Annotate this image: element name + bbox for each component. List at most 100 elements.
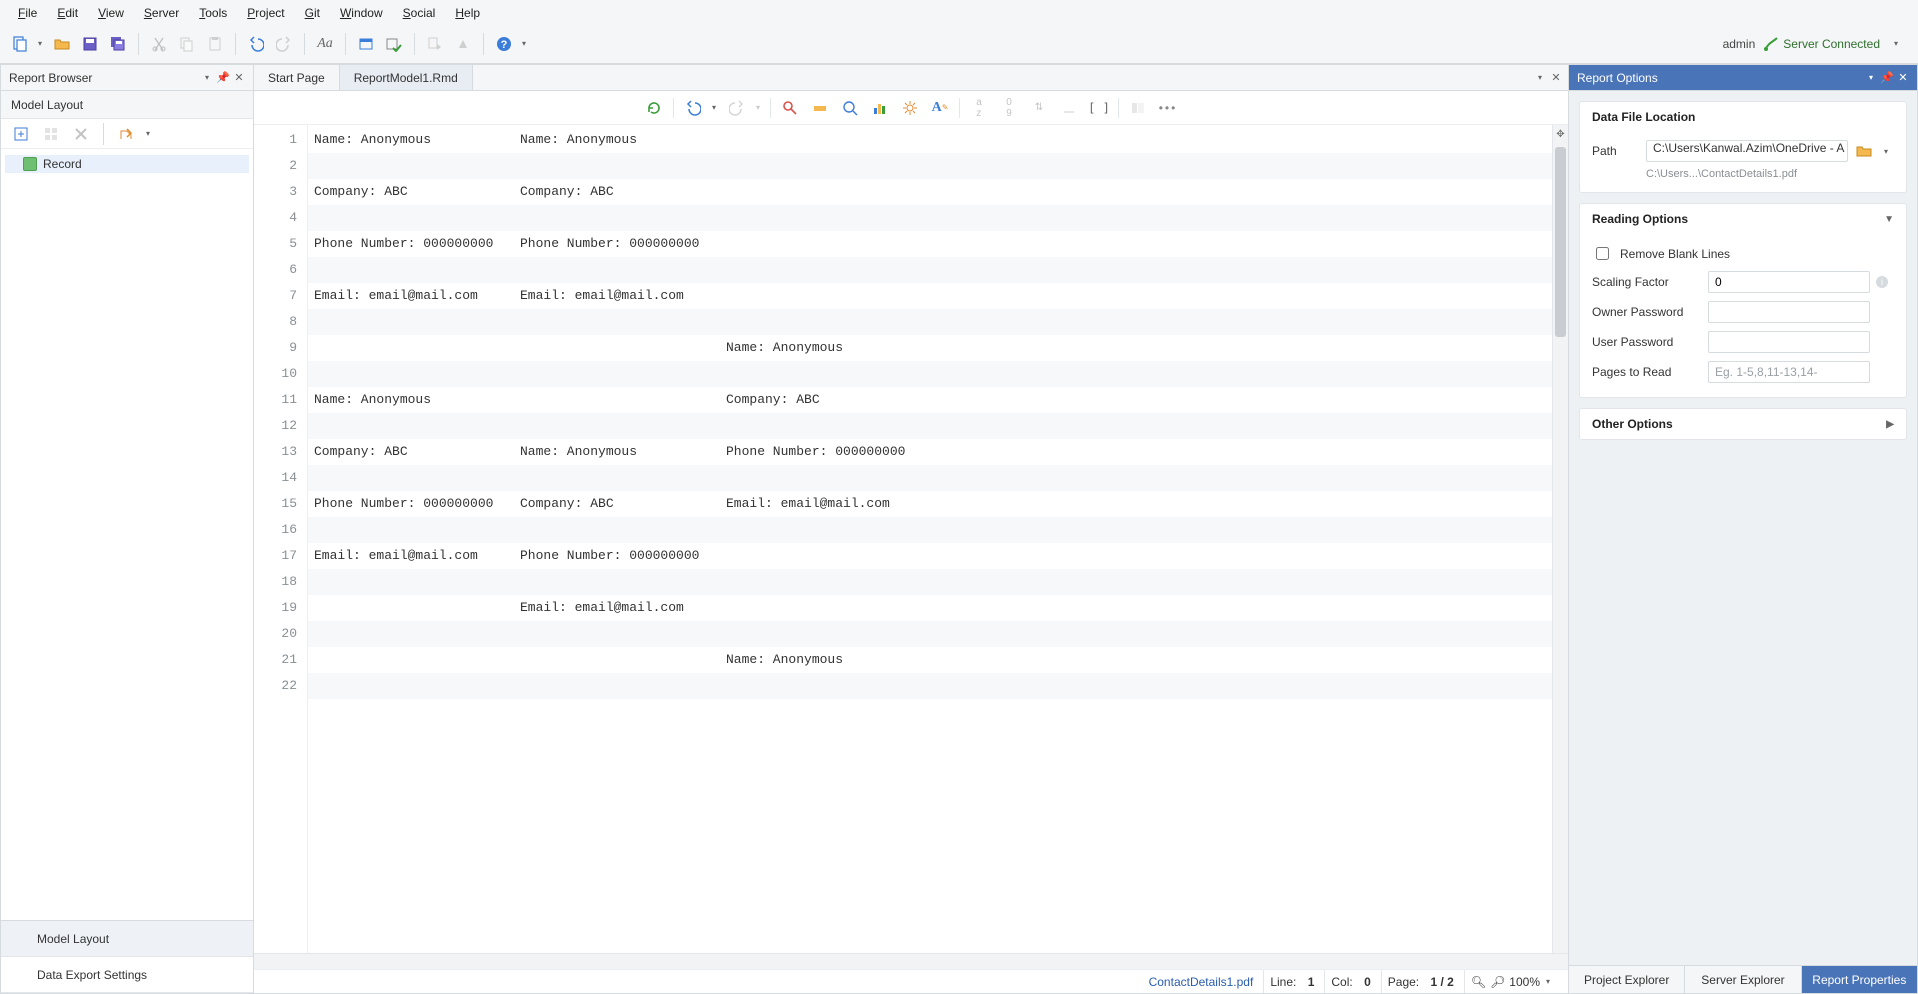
highlight-button[interactable] — [807, 95, 833, 121]
redo-button[interactable] — [724, 95, 750, 121]
code-line[interactable] — [308, 621, 1552, 647]
tab-start-page[interactable]: Start Page — [254, 65, 340, 90]
toggle-button[interactable]: ⇅ — [1026, 95, 1052, 121]
menu-tools[interactable]: Tools — [189, 4, 237, 22]
save-all-button[interactable] — [106, 32, 130, 56]
remove-blank-checkbox[interactable] — [1596, 247, 1609, 260]
font-button[interactable]: Aa — [313, 32, 337, 56]
code-line[interactable]: Name: Anonymous — [308, 647, 1552, 673]
menu-project[interactable]: Project — [237, 4, 294, 22]
find-button[interactable] — [777, 95, 803, 121]
more-button[interactable]: ••• — [1155, 95, 1181, 121]
chevron-down-icon[interactable]: ▾ — [756, 103, 764, 112]
horizontal-scrollbar[interactable] — [254, 953, 1568, 969]
run-button[interactable] — [423, 32, 447, 56]
menu-server[interactable]: Server — [134, 4, 189, 22]
tab-report-properties[interactable]: Report Properties — [1801, 966, 1917, 993]
code-line[interactable] — [308, 517, 1552, 543]
code-line[interactable]: Name: AnonymousCompany: ABC — [308, 387, 1552, 413]
zoom-button[interactable] — [837, 95, 863, 121]
chevron-down-icon[interactable]: ▾ — [1894, 39, 1902, 48]
menu-window[interactable]: Window — [330, 4, 393, 22]
code-line[interactable]: Company: ABCName: AnonymousPhone Number:… — [308, 439, 1552, 465]
expand-icon[interactable]: ▶ — [1886, 419, 1894, 430]
chevron-down-icon[interactable]: ▾ — [1546, 977, 1554, 986]
close-icon[interactable]: ✕ — [1550, 72, 1562, 84]
cut-button[interactable] — [147, 32, 171, 56]
status-file[interactable]: ContactDetails1.pdf — [1149, 975, 1254, 989]
blank-button[interactable] — [1056, 95, 1082, 121]
pin-icon[interactable]: 📌 — [1881, 72, 1893, 84]
scroll-thumb[interactable] — [1555, 147, 1566, 337]
sort-num-button[interactable]: 09 — [996, 95, 1022, 121]
undo-button[interactable] — [680, 95, 706, 121]
code-line[interactable]: Company: ABCCompany: ABC — [308, 179, 1552, 205]
close-icon[interactable]: ✕ — [1897, 72, 1909, 84]
close-icon[interactable]: ✕ — [233, 72, 245, 84]
scaling-input[interactable] — [1708, 271, 1870, 293]
chevron-down-icon[interactable]: ▾ — [1884, 147, 1892, 156]
chevron-down-icon[interactable]: ▾ — [146, 129, 154, 138]
chevron-down-icon[interactable]: ▾ — [1869, 73, 1877, 82]
move-icon[interactable]: ✥ — [1553, 129, 1568, 140]
tab-model-layout[interactable]: Model Layout — [1, 921, 253, 957]
pages-input[interactable] — [1708, 361, 1870, 383]
menu-social[interactable]: Social — [393, 4, 446, 22]
font-style-button[interactable]: A✎ — [927, 95, 953, 121]
copy-button[interactable] — [175, 32, 199, 56]
pin-icon[interactable]: 📌 — [217, 72, 229, 84]
zoom-out-icon[interactable]: 🔍︎ — [1471, 975, 1486, 989]
code-line[interactable] — [308, 153, 1552, 179]
tab-server-explorer[interactable]: Server Explorer — [1684, 966, 1800, 993]
settings-button[interactable] — [897, 95, 923, 121]
undo-button[interactable] — [244, 32, 268, 56]
collapse-icon[interactable]: ▼ — [1884, 214, 1894, 225]
debug-button[interactable] — [451, 32, 475, 56]
layout-button[interactable] — [1125, 95, 1151, 121]
tab-data-export[interactable]: Data Export Settings — [1, 957, 253, 993]
open-button[interactable] — [50, 32, 74, 56]
refresh-button[interactable] — [641, 95, 667, 121]
new-button[interactable] — [8, 32, 32, 56]
menu-view[interactable]: View — [88, 4, 134, 22]
code-line[interactable] — [308, 205, 1552, 231]
code-line[interactable] — [308, 309, 1552, 335]
sort-asc-button[interactable]: az — [966, 95, 992, 121]
info-icon[interactable]: i — [1876, 276, 1888, 288]
menu-edit[interactable]: Edit — [47, 4, 88, 22]
code-line[interactable] — [308, 257, 1552, 283]
code-line[interactable]: Email: email@mail.com — [308, 595, 1552, 621]
tree-item-record[interactable]: Record — [5, 155, 249, 173]
code-line[interactable] — [308, 361, 1552, 387]
code-line[interactable]: Email: email@mail.comPhone Number: 00000… — [308, 543, 1552, 569]
browse-button[interactable] — [1854, 141, 1874, 161]
redo-button[interactable] — [272, 32, 296, 56]
menu-help[interactable]: Help — [445, 4, 490, 22]
save-button[interactable] — [78, 32, 102, 56]
code-line[interactable]: Name: Anonymous — [308, 335, 1552, 361]
export-button[interactable] — [114, 122, 138, 146]
validate-button[interactable] — [382, 32, 406, 56]
chevron-down-icon[interactable]: ▾ — [522, 39, 530, 48]
code-line[interactable] — [308, 569, 1552, 595]
chart-button[interactable] — [867, 95, 893, 121]
owner-pw-input[interactable] — [1708, 301, 1870, 323]
user-pw-input[interactable] — [1708, 331, 1870, 353]
code-line[interactable] — [308, 465, 1552, 491]
tab-report-model[interactable]: ReportModel1.Rmd — [340, 65, 473, 90]
chevron-down-icon[interactable]: ▾ — [38, 39, 46, 48]
help-button[interactable]: ? — [492, 32, 516, 56]
zoom-in-icon[interactable]: 🔎︎ — [1490, 975, 1505, 989]
path-input[interactable]: C:\Users\Kanwal.Azim\OneDrive - A — [1646, 140, 1848, 162]
grid-button[interactable] — [39, 122, 63, 146]
add-node-button[interactable] — [9, 122, 33, 146]
vertical-scrollbar[interactable]: ✥ — [1552, 125, 1568, 953]
chevron-down-icon[interactable]: ▾ — [1538, 73, 1546, 82]
chevron-down-icon[interactable]: ▾ — [205, 73, 213, 82]
delete-button[interactable] — [69, 122, 93, 146]
menu-git[interactable]: Git — [295, 4, 330, 22]
code-line[interactable]: Phone Number: 000000000Phone Number: 000… — [308, 231, 1552, 257]
brackets-button[interactable]: [ ] — [1086, 95, 1112, 121]
tab-project-explorer[interactable]: Project Explorer — [1569, 966, 1684, 993]
code-view[interactable]: Name: AnonymousName: AnonymousCompany: A… — [308, 125, 1552, 953]
